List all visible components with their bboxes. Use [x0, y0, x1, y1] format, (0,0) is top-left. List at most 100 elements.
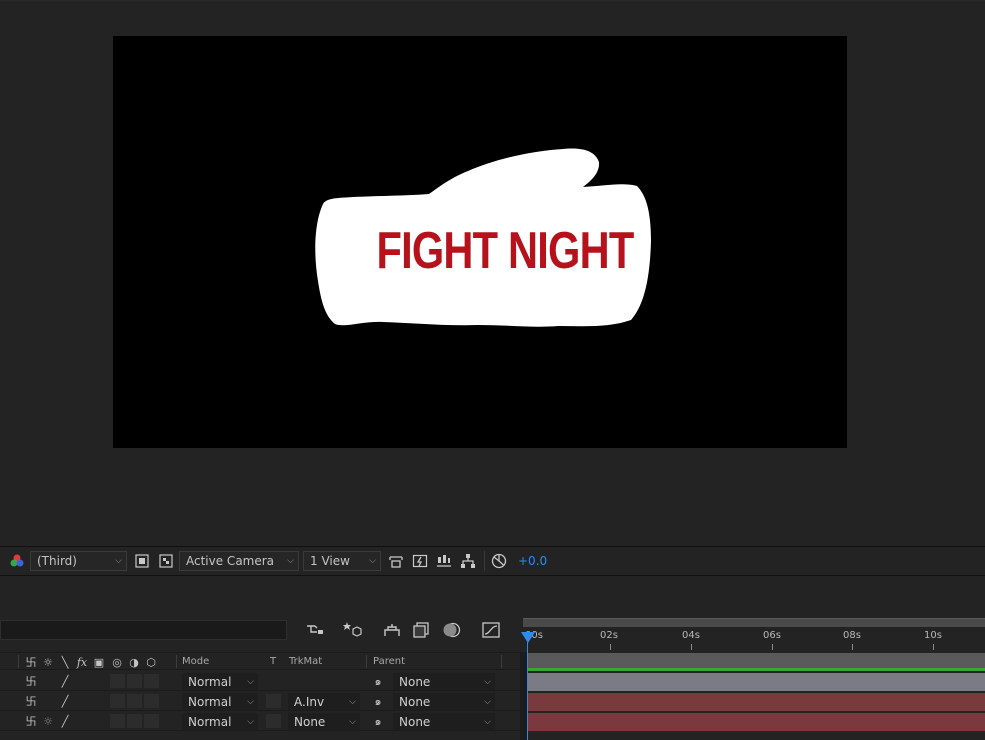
ruler-label: 02s: [600, 630, 618, 641]
ruler-tick: [933, 644, 934, 650]
work-area-bar[interactable]: [527, 653, 985, 669]
collapse-column-icon[interactable]: ☼: [41, 655, 55, 669]
pick-whip-icon[interactable]: ๑: [371, 714, 385, 728]
adjustment-layer-column-icon[interactable]: ◑: [127, 655, 141, 669]
shy-icon[interactable]: 卐: [24, 714, 38, 728]
parent-value: None: [399, 694, 431, 709]
mode-dropdown[interactable]: Normal ⌵: [182, 693, 258, 710]
hide-shy-layers-icon[interactable]: [381, 619, 403, 641]
trkmat-dropdown[interactable]: None ⌵: [288, 713, 360, 730]
chevron-down-icon: ⌵: [349, 716, 356, 727]
ruler-tick: [691, 644, 692, 650]
switch-box[interactable]: [110, 694, 125, 708]
mode-value: Normal: [188, 714, 232, 729]
ruler-label: 08s: [843, 630, 861, 641]
chevron-down-icon: ⌵: [349, 696, 356, 707]
quality-icon[interactable]: ╱: [58, 714, 72, 728]
column-divider: [176, 655, 177, 668]
trkmat-value: None: [294, 714, 326, 729]
ruler-tick: [610, 644, 611, 650]
switch-box[interactable]: [110, 714, 125, 728]
mode-value: Normal: [188, 674, 232, 689]
cache-indicator: [527, 668, 985, 671]
chevron-down-icon: ⌵: [247, 676, 254, 687]
playhead-handle[interactable]: [521, 632, 535, 643]
draft-3d-icon[interactable]: [342, 619, 364, 641]
parent-dropdown[interactable]: None ⌵: [393, 693, 495, 710]
work-area-start-handle[interactable]: [520, 652, 527, 740]
layer-row[interactable]: 卐 ☼ ╱ Normal ⌵ None ⌵ ๑ None ⌵: [0, 712, 523, 731]
chevron-down-icon: ⌵: [484, 716, 491, 727]
resolution-value: (Third): [37, 554, 77, 568]
motion-blur-column-icon[interactable]: ◎: [110, 655, 124, 669]
time-navigator-bar[interactable]: [523, 618, 985, 627]
shy-icon[interactable]: 卐: [24, 674, 38, 688]
parent-dropdown[interactable]: None ⌵: [393, 673, 495, 690]
frame-blending-icon[interactable]: [410, 619, 432, 641]
parent-column-label: Parent: [373, 656, 406, 667]
camera-dropdown[interactable]: Active Camera ⌵: [179, 551, 299, 571]
switch-box[interactable]: [144, 714, 159, 728]
layer-duration-bar[interactable]: [527, 693, 985, 711]
exposure-value[interactable]: +0.0: [518, 554, 547, 568]
motion-blur-icon[interactable]: [441, 619, 463, 641]
composition-flowchart-icon[interactable]: [304, 619, 326, 641]
parent-dropdown[interactable]: None ⌵: [393, 713, 495, 730]
layer-duration-bar[interactable]: [527, 673, 985, 691]
ruler-tick: [852, 644, 853, 650]
ruler-label: 04s: [682, 630, 700, 641]
parent-value: None: [399, 714, 431, 729]
timeline-icon[interactable]: [433, 550, 455, 572]
column-divider: [501, 655, 502, 668]
fast-previews-icon[interactable]: [409, 550, 431, 572]
mode-dropdown[interactable]: Normal ⌵: [182, 713, 258, 730]
preserve-transparency-toggle[interactable]: [266, 694, 281, 708]
region-of-interest-icon[interactable]: [131, 550, 153, 572]
trkmat-dropdown[interactable]: A.Inv ⌵: [288, 693, 360, 710]
shy-column-icon[interactable]: 卐: [24, 655, 38, 669]
quality-column-icon[interactable]: ╲: [58, 655, 72, 669]
resolution-dropdown[interactable]: (Third) ⌵: [30, 551, 127, 571]
layer-track-area[interactable]: [527, 652, 985, 740]
layer-duration-bar[interactable]: [527, 713, 985, 731]
shy-icon[interactable]: 卐: [24, 694, 38, 708]
timeline-panel: 00s 02s 04s 06s 08s 10s 卐 ☼ ╲ fx ▣ ◎ ◑ ⬡…: [0, 577, 985, 740]
switch-box[interactable]: [127, 714, 142, 728]
3d-layer-column-icon[interactable]: ⬡: [144, 655, 158, 669]
transparency-grid-icon[interactable]: [155, 550, 177, 572]
switch-box[interactable]: [127, 674, 142, 688]
views-dropdown[interactable]: 1 View ⌵: [303, 551, 381, 571]
pick-whip-icon[interactable]: ๑: [371, 694, 385, 708]
effect-column-icon[interactable]: fx: [75, 655, 89, 669]
frame-blend-column-icon[interactable]: ▣: [92, 655, 106, 669]
reset-exposure-icon[interactable]: [488, 550, 510, 572]
fight-night-title: FIGHT NIGHT: [376, 222, 635, 280]
quality-icon[interactable]: ╱: [58, 674, 72, 688]
preserve-transparency-toggle[interactable]: [266, 714, 281, 728]
composition-canvas[interactable]: FIGHT NIGHT: [113, 36, 847, 448]
composition-viewer[interactable]: FIGHT NIGHT: [0, 0, 985, 546]
switch-box[interactable]: [110, 674, 125, 688]
current-time-indicator[interactable]: [527, 642, 528, 740]
graph-editor-icon[interactable]: [480, 619, 502, 641]
switch-box[interactable]: [127, 694, 142, 708]
mode-value: Normal: [188, 694, 232, 709]
chevron-down-icon: ⌵: [287, 556, 294, 566]
time-ruler[interactable]: 00s 02s 04s 06s 08s 10s: [523, 627, 985, 651]
rgb-channels-icon[interactable]: [6, 550, 28, 572]
layer-row[interactable]: 卐 ╱ Normal ⌵ ๑ None ⌵: [0, 672, 523, 691]
chevron-down-icon: ⌵: [247, 716, 254, 727]
mode-dropdown[interactable]: Normal ⌵: [182, 673, 258, 690]
collapse-icon[interactable]: ☼: [41, 714, 55, 728]
layer-row[interactable]: 卐 ╱ Normal ⌵ A.Inv ⌵ ๑ None ⌵: [0, 692, 523, 711]
column-divider: [366, 655, 367, 668]
camera-value: Active Camera: [186, 554, 275, 568]
quality-icon[interactable]: ╱: [58, 694, 72, 708]
switch-box[interactable]: [144, 694, 159, 708]
flowchart-icon[interactable]: [457, 550, 479, 572]
pick-whip-icon[interactable]: ๑: [371, 674, 385, 688]
layer-search-input[interactable]: [0, 620, 287, 640]
toolbar-divider: [484, 551, 485, 571]
switch-box[interactable]: [144, 674, 159, 688]
toggle-pixel-aspect-icon[interactable]: [385, 550, 407, 572]
